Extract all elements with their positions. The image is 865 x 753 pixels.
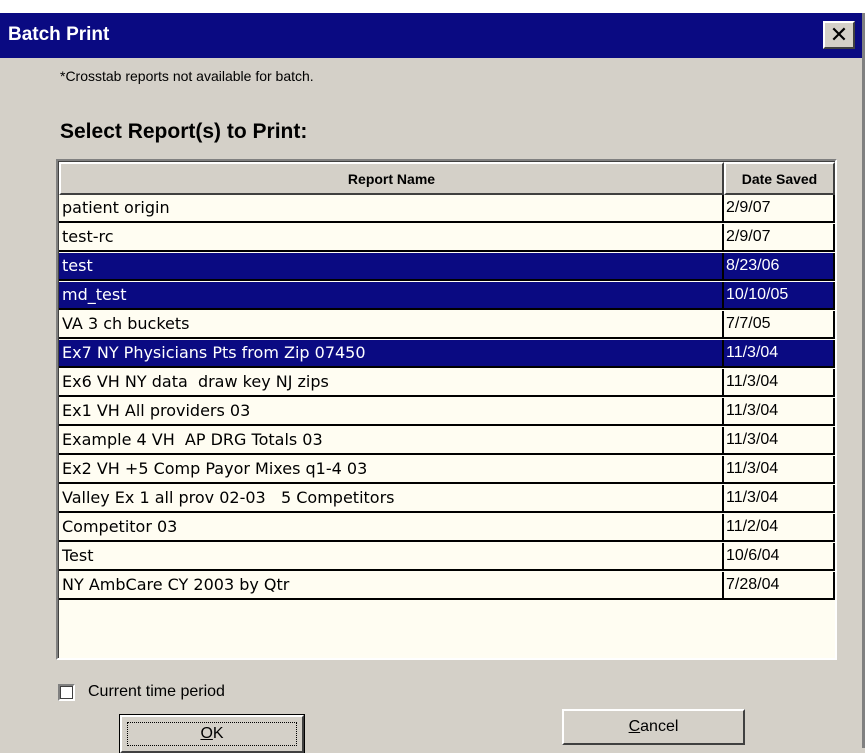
report-row[interactable]: test-rc 2/9/07	[59, 224, 835, 252]
close-button[interactable]: ✕	[823, 21, 855, 49]
report-row[interactable]: md_test 10/10/05	[59, 282, 835, 310]
crosstab-note: *Crosstab reports not available for batc…	[60, 68, 314, 84]
report-name-cell: Test	[59, 543, 724, 571]
report-name-cell: Competitor 03	[59, 514, 724, 542]
date-saved-cell: 11/3/04	[724, 398, 835, 426]
ok-button[interactable]: OK	[119, 714, 305, 753]
date-saved-cell: 8/23/06	[724, 253, 835, 281]
date-saved-cell: 10/6/04	[724, 543, 835, 571]
date-saved-cell: 11/2/04	[724, 514, 835, 542]
column-header-report-name[interactable]: Report Name	[59, 162, 724, 195]
ok-focus-rect	[127, 722, 297, 746]
report-name-cell: Ex1 VH All providers 03	[59, 398, 724, 426]
report-name-cell: NY AmbCare CY 2003 by Qtr	[59, 572, 724, 600]
date-saved-cell: 2/9/07	[724, 224, 835, 252]
report-list-inner: Report Name Date Saved patient origin 2/9…	[58, 161, 835, 658]
report-row[interactable]: Valley Ex 1 all prov 02-03 5 Competitors…	[59, 485, 835, 513]
date-saved-cell: 11/3/04	[724, 427, 835, 455]
current-time-period-label: Current time period	[88, 683, 225, 700]
date-saved-cell: 10/10/05	[724, 282, 835, 310]
report-row[interactable]: Ex1 VH All providers 03 11/3/04	[59, 398, 835, 426]
window-title: Batch Print	[8, 24, 110, 45]
column-header-date-saved[interactable]: Date Saved	[724, 162, 835, 195]
current-time-period-option[interactable]: Current time period	[58, 683, 225, 701]
date-saved-cell: 7/7/05	[724, 311, 835, 339]
date-saved-cell: 2/9/07	[724, 195, 835, 223]
cancel-label: Cancel	[628, 718, 679, 735]
report-row[interactable]: patient origin 2/9/07	[59, 195, 835, 223]
report-name-cell: patient origin	[59, 195, 724, 223]
report-row[interactable]: Competitor 03 11/2/04	[59, 514, 835, 542]
report-name-cell: Ex2 VH +5 Comp Payor Mixes q1-4 03	[59, 456, 724, 484]
date-saved-cell: 11/3/04	[724, 340, 835, 368]
current-time-period-checkbox[interactable]	[58, 683, 75, 701]
report-row[interactable]: test 8/23/06	[59, 253, 835, 281]
report-row[interactable]: Ex2 VH +5 Comp Payor Mixes q1-4 03 11/3/0…	[59, 456, 835, 484]
screen-top-edge	[0, 0, 865, 13]
date-saved-cell: 11/3/04	[724, 369, 835, 397]
report-row[interactable]: Ex6 VH NY data draw key NJ zips 11/3/04	[59, 369, 835, 397]
report-name-cell: Example 4 VH AP DRG Totals 03	[59, 427, 724, 455]
cancel-button[interactable]: Cancel	[562, 709, 745, 745]
report-name-cell: md_test	[59, 282, 724, 310]
report-name-cell: Ex6 VH NY data draw key NJ zips	[59, 369, 724, 397]
date-saved-cell: 11/3/04	[724, 485, 835, 513]
report-row[interactable]: Ex7 NY Physicians Pts from Zip 07450 11/3…	[59, 340, 835, 368]
select-reports-heading: Select Report(s) to Print:	[60, 120, 308, 143]
report-name-cell: Ex7 NY Physicians Pts from Zip 07450	[59, 340, 724, 368]
report-list-header: Report Name Date Saved	[59, 162, 835, 195]
batch-print-dialog: Batch Print ✕ *Crosstab reports not avai…	[0, 13, 865, 753]
report-row[interactable]: VA 3 ch buckets 7/7/05	[59, 311, 835, 339]
report-name-cell: test-rc	[59, 224, 724, 252]
report-row[interactable]: Test 10/6/04	[59, 543, 835, 571]
report-row[interactable]: NY AmbCare CY 2003 by Qtr 7/28/04	[59, 572, 835, 600]
title-bar[interactable]: Batch Print ✕	[0, 13, 862, 58]
report-row[interactable]: Example 4 VH AP DRG Totals 03 11/3/04	[59, 427, 835, 455]
report-rows: patient origin 2/9/07 test-rc 2/9/07 test 8/2…	[59, 195, 835, 600]
report-name-cell: Valley Ex 1 all prov 02-03 5 Competitors	[59, 485, 724, 513]
date-saved-cell: 11/3/04	[724, 456, 835, 484]
close-icon: ✕	[829, 22, 849, 47]
report-list[interactable]: Report Name Date Saved patient origin 2/9…	[56, 159, 837, 660]
date-saved-cell: 7/28/04	[724, 572, 835, 600]
report-name-cell: test	[59, 253, 724, 281]
report-name-cell: VA 3 ch buckets	[59, 311, 724, 339]
